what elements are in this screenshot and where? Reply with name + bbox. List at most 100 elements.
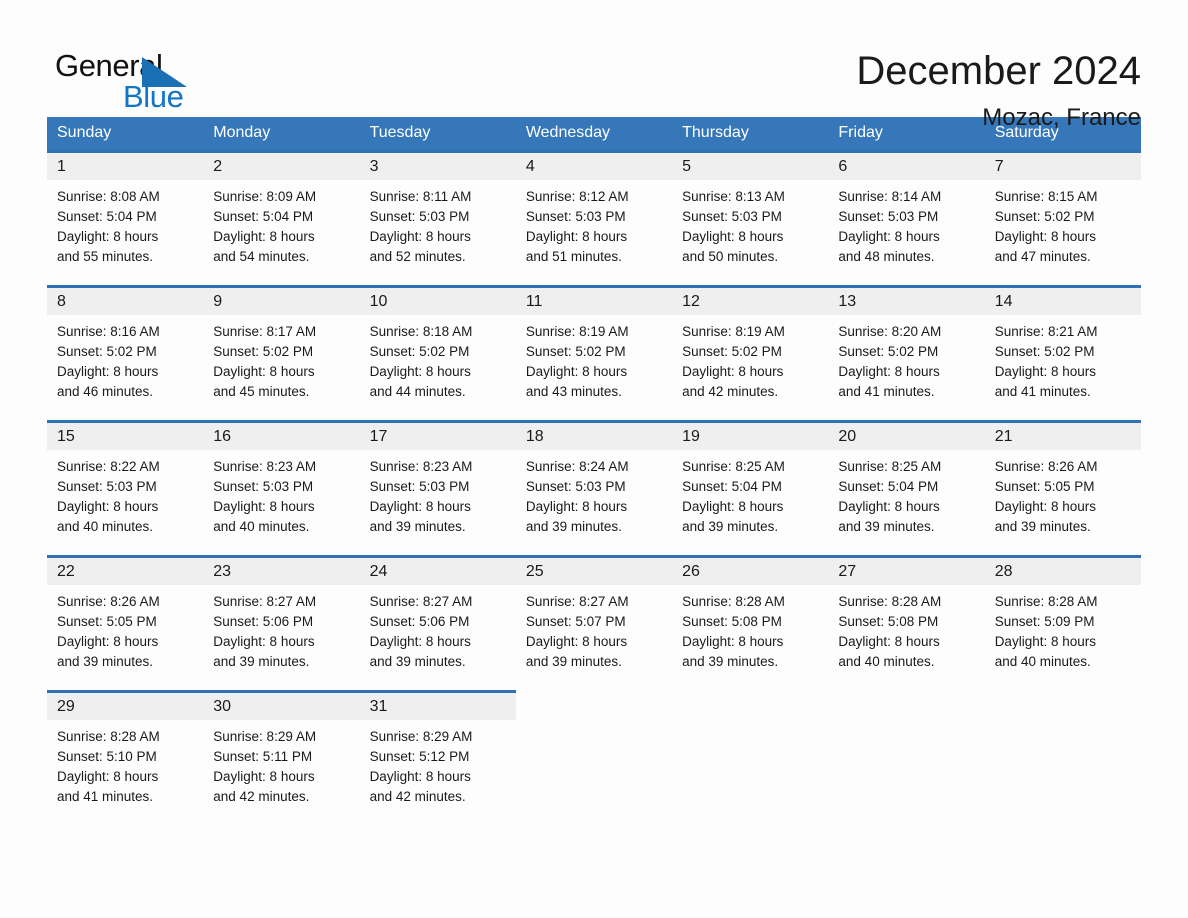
day-number: 14: [984, 288, 1141, 315]
daylight-duration-line-2: and 55 minutes.: [57, 249, 154, 264]
day-details: Sunrise: 8:22 AM Sunset: 5:03 PM Daylight:…: [47, 450, 203, 537]
daylight-duration-line-2: and 51 minutes.: [525, 249, 622, 264]
sunset-time: Sunset: 5:04 PM: [213, 209, 314, 224]
day-number: 12: [672, 288, 829, 315]
day-details: Sunrise: 8:28 AM Sunset: 5:08 PM Daylight:…: [672, 585, 828, 672]
day-number: 16: [203, 423, 360, 450]
calendar-day-cell[interactable]: 17 Sunrise: 8:23 AM Sunset: 5:03 PM Dayligh…: [359, 420, 516, 555]
day-number: 3: [359, 153, 516, 180]
calendar-day-cell[interactable]: 8 Sunrise: 8:16 AM Sunset: 5:02 PM Daylight…: [47, 285, 204, 420]
day-number: 11: [515, 288, 673, 315]
daylight-duration-line-2: and 42 minutes.: [369, 789, 466, 804]
daylight-duration-line-2: and 47 minutes.: [994, 249, 1091, 264]
day-number: 25: [515, 558, 673, 585]
sunrise-time: Sunrise: 8:29 AM: [369, 729, 473, 744]
calendar-body: 1 Sunrise: 8:08 AM Sunset: 5:04 PM Daylight…: [47, 150, 1141, 825]
day-number: 6: [828, 153, 985, 180]
daylight-duration-line-2: and 39 minutes.: [994, 519, 1091, 534]
daylight-duration-line-1: Daylight: 8 hours: [682, 364, 784, 379]
calendar-empty-cell: [516, 690, 672, 825]
calendar-week-row: 29 Sunrise: 8:28 AM Sunset: 5:10 PM Dayligh…: [47, 690, 1141, 825]
day-details: Sunrise: 8:19 AM Sunset: 5:02 PM Daylight:…: [516, 315, 672, 402]
calendar-day-cell[interactable]: 29 Sunrise: 8:28 AM Sunset: 5:10 PM Dayligh…: [47, 690, 204, 825]
calendar-day-cell[interactable]: 12 Sunrise: 8:19 AM Sunset: 5:02 PM Dayligh…: [672, 285, 829, 420]
day-number: 9: [203, 288, 360, 315]
day-details: Sunrise: 8:27 AM Sunset: 5:06 PM Daylight:…: [360, 585, 516, 672]
day-details: Sunrise: 8:25 AM Sunset: 5:04 PM Daylight:…: [672, 450, 828, 537]
general-blue-logo[interactable]: General Blue: [47, 48, 197, 120]
calendar-day-cell[interactable]: 15 Sunrise: 8:22 AM Sunset: 5:03 PM Dayligh…: [47, 420, 204, 555]
calendar-day-cell[interactable]: 14 Sunrise: 8:21 AM Sunset: 5:02 PM Dayligh…: [984, 285, 1141, 420]
daylight-duration-line-1: Daylight: 8 hours: [57, 634, 159, 649]
calendar-day-cell[interactable]: 25 Sunrise: 8:27 AM Sunset: 5:07 PM Dayligh…: [515, 555, 673, 690]
calendar-week-row: 15 Sunrise: 8:22 AM Sunset: 5:03 PM Dayligh…: [47, 420, 1141, 555]
calendar-day-cell[interactable]: 5 Sunrise: 8:13 AM Sunset: 5:03 PM Daylight…: [672, 150, 829, 285]
daylight-duration-line-2: and 44 minutes.: [369, 384, 466, 399]
calendar-day-cell[interactable]: 16 Sunrise: 8:23 AM Sunset: 5:03 PM Dayligh…: [203, 420, 360, 555]
daylight-duration-line-2: and 54 minutes.: [213, 249, 310, 264]
calendar-day-cell[interactable]: 30 Sunrise: 8:29 AM Sunset: 5:11 PM Dayligh…: [203, 690, 360, 825]
calendar-day-cell[interactable]: 4 Sunrise: 8:12 AM Sunset: 5:03 PM Daylight…: [515, 150, 673, 285]
calendar-day-cell[interactable]: 7 Sunrise: 8:15 AM Sunset: 5:02 PM Daylight…: [984, 150, 1141, 285]
sunrise-time: Sunrise: 8:23 AM: [213, 459, 317, 474]
calendar-day-cell[interactable]: 23 Sunrise: 8:27 AM Sunset: 5:06 PM Dayligh…: [203, 555, 360, 690]
calendar-day-cell[interactable]: 11 Sunrise: 8:19 AM Sunset: 5:02 PM Dayligh…: [515, 285, 673, 420]
day-number: 18: [515, 423, 673, 450]
weekday-header-wednesday: Wednesday: [515, 117, 673, 150]
day-details: Sunrise: 8:14 AM Sunset: 5:03 PM Daylight:…: [828, 180, 984, 267]
sunrise-time: Sunrise: 8:28 AM: [838, 594, 942, 609]
calendar-day-cell[interactable]: 31 Sunrise: 8:29 AM Sunset: 5:12 PM Dayligh…: [359, 690, 516, 825]
daylight-duration-line-1: Daylight: 8 hours: [369, 364, 471, 379]
day-details: Sunrise: 8:23 AM Sunset: 5:03 PM Daylight:…: [203, 450, 359, 537]
calendar-day-cell[interactable]: 19 Sunrise: 8:25 AM Sunset: 5:04 PM Dayligh…: [672, 420, 829, 555]
day-number: 4: [515, 153, 673, 180]
calendar-day-cell[interactable]: 13 Sunrise: 8:20 AM Sunset: 5:02 PM Dayligh…: [828, 285, 985, 420]
calendar-day-cell[interactable]: 10 Sunrise: 8:18 AM Sunset: 5:02 PM Dayligh…: [359, 285, 516, 420]
daylight-duration-line-1: Daylight: 8 hours: [525, 364, 628, 379]
day-details: Sunrise: 8:25 AM Sunset: 5:04 PM Daylight:…: [828, 450, 984, 537]
calendar-day-cell[interactable]: 22 Sunrise: 8:26 AM Sunset: 5:05 PM Dayligh…: [47, 555, 204, 690]
calendar-day-cell[interactable]: 18 Sunrise: 8:24 AM Sunset: 5:03 PM Dayligh…: [515, 420, 673, 555]
calendar-day-cell[interactable]: 21 Sunrise: 8:26 AM Sunset: 5:05 PM Dayligh…: [984, 420, 1141, 555]
calendar-day-cell[interactable]: 24 Sunrise: 8:27 AM Sunset: 5:06 PM Dayligh…: [359, 555, 516, 690]
day-number: 15: [47, 423, 204, 450]
calendar-week-row: 8 Sunrise: 8:16 AM Sunset: 5:02 PM Daylight…: [47, 285, 1141, 420]
calendar-day-cell[interactable]: 28 Sunrise: 8:28 AM Sunset: 5:09 PM Dayligh…: [984, 555, 1141, 690]
calendar-day-cell[interactable]: 26 Sunrise: 8:28 AM Sunset: 5:08 PM Dayligh…: [672, 555, 829, 690]
day-number: [985, 690, 1141, 717]
day-details: Sunrise: 8:19 AM Sunset: 5:02 PM Daylight:…: [672, 315, 828, 402]
sunset-time: Sunset: 5:06 PM: [213, 614, 314, 629]
calendar-day-cell[interactable]: 9 Sunrise: 8:17 AM Sunset: 5:02 PM Daylight…: [203, 285, 360, 420]
sunset-time: Sunset: 5:03 PM: [57, 479, 157, 494]
daylight-duration-line-1: Daylight: 8 hours: [369, 769, 471, 784]
daylight-duration-line-2: and 42 minutes.: [682, 384, 779, 399]
sunset-time: Sunset: 5:02 PM: [994, 209, 1095, 224]
daylight-duration-line-2: and 48 minutes.: [838, 249, 935, 264]
calendar-day-cell[interactable]: 1 Sunrise: 8:08 AM Sunset: 5:04 PM Daylight…: [47, 150, 204, 285]
logo-word-blue: Blue: [123, 79, 184, 114]
sunrise-time: Sunrise: 8:22 AM: [57, 459, 160, 474]
daylight-duration-line-1: Daylight: 8 hours: [57, 364, 159, 379]
sunset-time: Sunset: 5:02 PM: [525, 344, 626, 359]
day-number: 31: [359, 693, 516, 720]
day-number: 10: [359, 288, 516, 315]
sunset-time: Sunset: 5:06 PM: [369, 614, 470, 629]
daylight-duration-line-1: Daylight: 8 hours: [213, 769, 315, 784]
day-details: Sunrise: 8:29 AM Sunset: 5:12 PM Daylight:…: [360, 720, 516, 807]
daylight-duration-line-1: Daylight: 8 hours: [994, 229, 1096, 244]
calendar-day-cell[interactable]: 3 Sunrise: 8:11 AM Sunset: 5:03 PM Daylight…: [359, 150, 516, 285]
day-details: Sunrise: 8:29 AM Sunset: 5:11 PM Daylight:…: [203, 720, 359, 807]
daylight-duration-line-1: Daylight: 8 hours: [838, 634, 940, 649]
calendar-day-cell[interactable]: 2 Sunrise: 8:09 AM Sunset: 5:04 PM Daylight…: [203, 150, 360, 285]
daylight-duration-line-2: and 42 minutes.: [213, 789, 310, 804]
title-block: December 2024 Mozac, France: [856, 48, 1141, 130]
sunset-time: Sunset: 5:02 PM: [682, 344, 782, 359]
daylight-duration-line-2: and 40 minutes.: [838, 654, 935, 669]
calendar-day-cell[interactable]: 6 Sunrise: 8:14 AM Sunset: 5:03 PM Daylight…: [828, 150, 985, 285]
calendar-day-cell[interactable]: 20 Sunrise: 8:25 AM Sunset: 5:04 PM Dayligh…: [828, 420, 985, 555]
daylight-duration-line-1: Daylight: 8 hours: [682, 229, 784, 244]
calendar-empty-cell: [672, 690, 828, 825]
calendar-day-cell[interactable]: 27 Sunrise: 8:28 AM Sunset: 5:08 PM Dayligh…: [828, 555, 985, 690]
sunset-time: Sunset: 5:03 PM: [369, 479, 470, 494]
day-number: 19: [672, 423, 829, 450]
